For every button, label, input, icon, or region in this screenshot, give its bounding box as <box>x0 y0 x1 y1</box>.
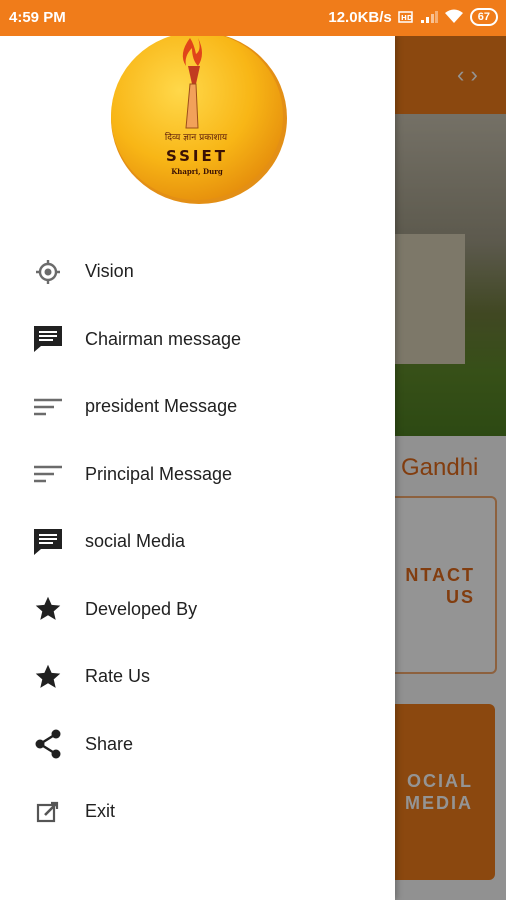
hd-icon: HD <box>398 11 413 23</box>
menu-item-principal-message[interactable]: Principal Message <box>0 441 395 509</box>
drawer-menu: Vision Chairman message president Messag… <box>0 238 395 846</box>
status-time: 4:59 PM <box>9 9 66 26</box>
star-icon <box>32 661 64 693</box>
menu-item-label: Exit <box>85 801 116 822</box>
edit-icon <box>32 796 64 828</box>
navigation-drawer: दिव्य ज्ञान प्रकाशाय SSIET Khapri, Durg … <box>0 36 395 900</box>
drawer-scrim[interactable] <box>395 36 506 900</box>
menu-item-chairman-message[interactable]: Chairman message <box>0 306 395 374</box>
menu-item-developed-by[interactable]: Developed By <box>0 576 395 644</box>
share-icon <box>32 728 64 760</box>
logo-name: SSIET <box>166 147 228 165</box>
menu-item-social-media[interactable]: social Media <box>0 508 395 576</box>
star-icon <box>32 593 64 625</box>
menu-item-share[interactable]: Share <box>0 711 395 779</box>
message-icon <box>32 526 64 558</box>
menu-item-rate-us[interactable]: Rate Us <box>0 643 395 711</box>
status-right: 12.0KB/s HD 67 <box>328 8 498 26</box>
battery-indicator: 67 <box>469 8 498 26</box>
menu-item-exit[interactable]: Exit <box>0 778 395 846</box>
menu-item-label: Developed By <box>85 598 198 619</box>
menu-item-label: social Media <box>85 531 186 552</box>
menu-item-label: president Message <box>85 396 238 417</box>
sort-lines-icon <box>32 458 64 490</box>
menu-item-vision[interactable]: Vision <box>0 238 395 306</box>
crosshair-icon <box>32 256 64 288</box>
logo-hindi-text: दिव्य ज्ञान प्रकाशाय <box>165 131 228 143</box>
menu-item-label: Rate Us <box>85 666 151 687</box>
message-icon <box>32 323 64 355</box>
sort-lines-icon <box>32 391 64 423</box>
menu-item-label: Share <box>85 733 134 754</box>
svg-text:HD: HD <box>401 14 413 22</box>
menu-item-label: Vision <box>85 261 134 282</box>
menu-item-label: Principal Message <box>85 463 233 484</box>
wifi-icon <box>444 9 463 23</box>
menu-item-president-message[interactable]: president Message <box>0 373 395 441</box>
menu-item-label: Chairman message <box>85 328 242 349</box>
logo-location: Khapri, Durg <box>171 167 223 176</box>
status-bar: 4:59 PM 12.0KB/s HD 67 <box>0 0 506 36</box>
signal-icon <box>420 11 438 23</box>
ssiet-logo: दिव्य ज्ञान प्रकाशाय SSIET Khapri, Durg <box>111 36 287 204</box>
net-speed: 12.0KB/s <box>328 8 392 26</box>
